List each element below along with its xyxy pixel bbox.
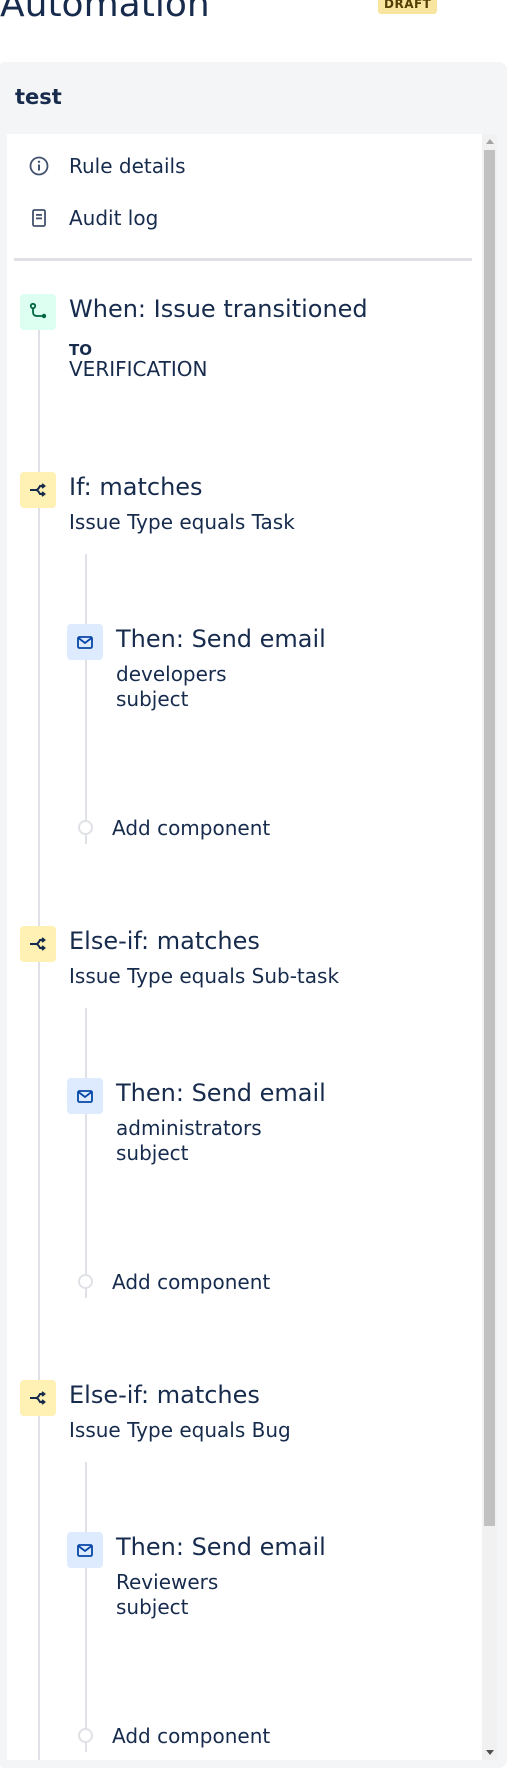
branch-connector-line <box>85 1008 87 1298</box>
email-icon <box>67 1078 103 1114</box>
scrollbar-thumb[interactable] <box>484 150 495 1526</box>
action-title: Then: Send email <box>116 1079 326 1107</box>
branch-connector-line <box>85 1462 87 1752</box>
draft-status-badge: DRAFT <box>378 0 438 14</box>
condition-title: Else-if: matches <box>69 1381 260 1409</box>
add-component-label: Add component <box>112 1270 271 1294</box>
action-recipient: developers <box>116 662 227 686</box>
trigger-title: When: Issue transitioned <box>69 295 368 323</box>
divider <box>14 258 472 261</box>
rule-details-label: Rule details <box>69 154 186 178</box>
condition-title: Else-if: matches <box>69 927 260 955</box>
action-recipient: Reviewers <box>116 1570 219 1594</box>
action-subject: subject <box>116 1141 189 1165</box>
action-title: Then: Send email <box>116 625 326 653</box>
audit-log-link[interactable]: Audit log <box>27 206 158 230</box>
audit-log-label: Audit log <box>69 206 159 230</box>
scroll-up-arrow-icon[interactable] <box>482 134 497 148</box>
add-component-dot <box>78 820 93 835</box>
rule-component-list[interactable]: Rule details Audit log When: Issue trans… <box>7 134 497 1760</box>
action-recipient: administrators <box>116 1116 262 1140</box>
document-icon <box>27 206 51 230</box>
condition-text: Issue Type equals Bug <box>69 1418 291 1442</box>
condition-text: Issue Type equals Sub-task <box>69 964 340 988</box>
rule-details-link[interactable]: Rule details <box>27 154 186 178</box>
condition-text: Issue Type equals Task <box>69 510 295 534</box>
branch-icon <box>20 1380 56 1416</box>
branch-icon <box>20 472 56 508</box>
email-icon <box>67 1532 103 1568</box>
add-component-dot <box>78 1274 93 1289</box>
condition-title: If: matches <box>69 473 203 501</box>
action-title: Then: Send email <box>116 1533 326 1561</box>
add-component-dot <box>78 1728 93 1743</box>
rule-panel: test Rule details Audit log When: Issue … <box>0 62 507 1768</box>
add-component-label: Add component <box>112 816 271 840</box>
email-icon <box>67 624 103 660</box>
main-connector-line <box>38 324 40 1760</box>
branch-connector-line <box>85 554 87 844</box>
vertical-scrollbar[interactable] <box>482 134 497 1760</box>
branch-icon <box>20 926 56 962</box>
rule-name: test <box>15 85 62 109</box>
scroll-down-arrow-icon[interactable] <box>482 1746 497 1760</box>
info-icon <box>27 154 51 178</box>
trigger-to-value: VERIFICATION <box>69 357 208 381</box>
action-subject: subject <box>116 687 189 711</box>
transition-icon <box>20 294 56 330</box>
add-component-label: Add component <box>112 1724 271 1748</box>
app-title: Automation <box>0 0 210 25</box>
action-subject: subject <box>116 1595 189 1619</box>
